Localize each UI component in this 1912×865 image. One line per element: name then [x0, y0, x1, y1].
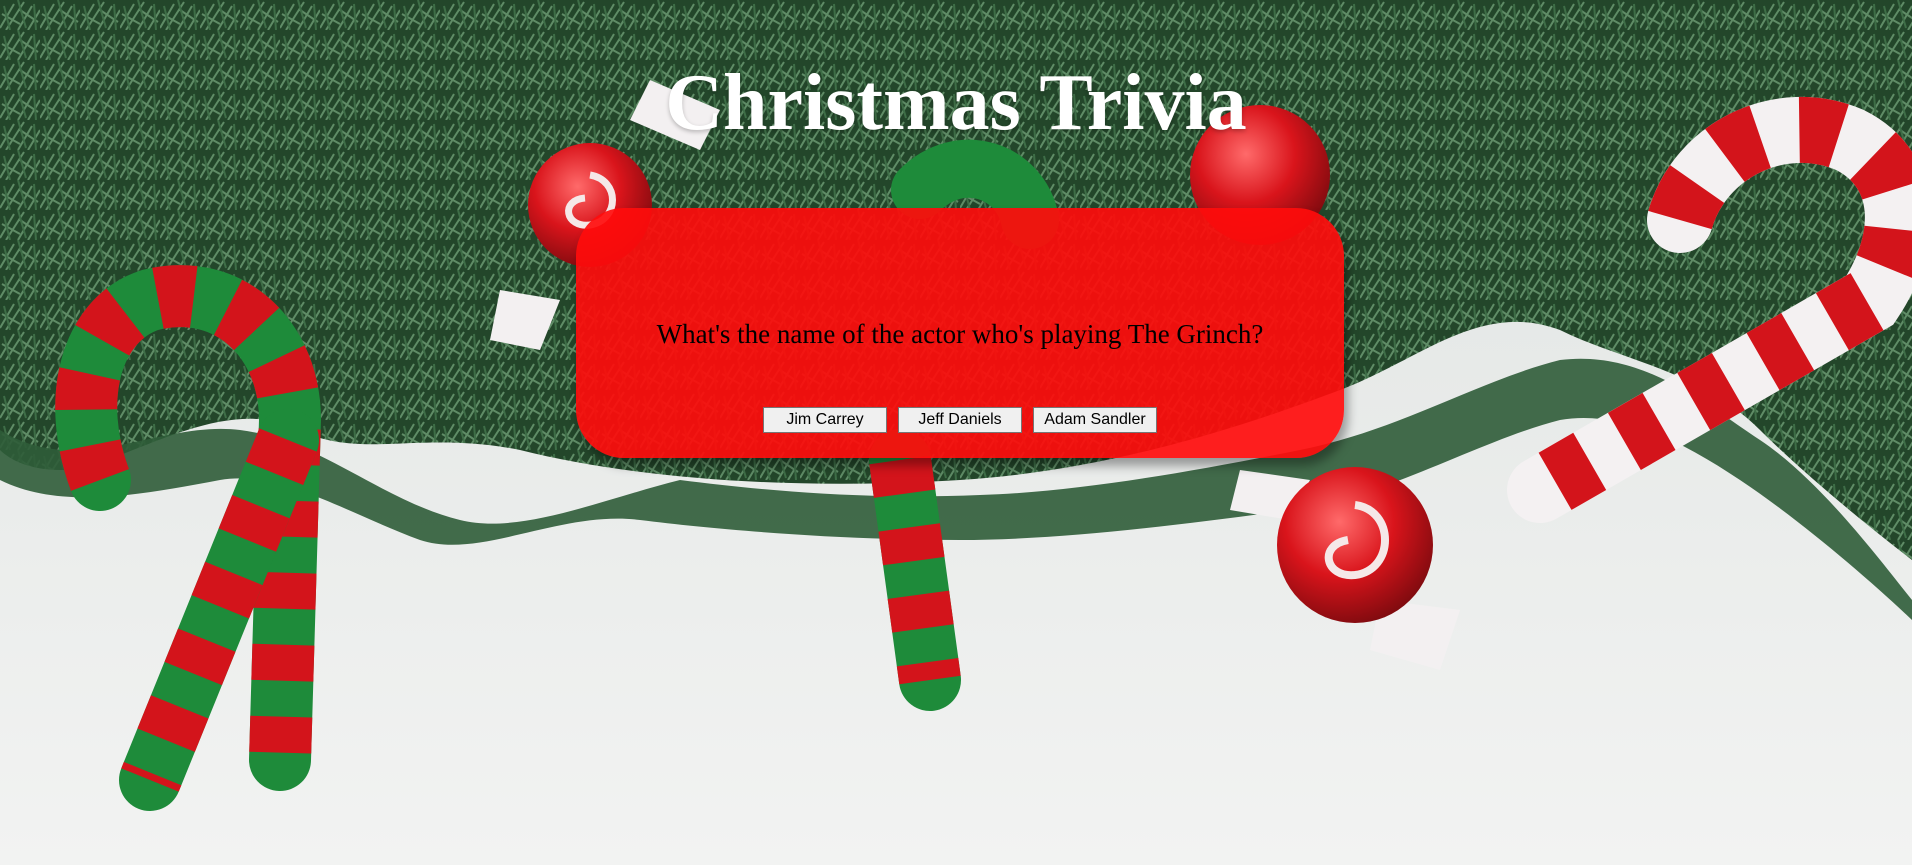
answer-button-adam-sandler[interactable]: Adam Sandler [1033, 407, 1157, 433]
answer-button-jeff-daniels[interactable]: Jeff Daniels [898, 407, 1022, 433]
answer-options: Jim Carrey Jeff Daniels Adam Sandler [576, 407, 1344, 433]
question-text: What's the name of the actor who's playi… [656, 319, 1264, 349]
answer-button-jim-carrey[interactable]: Jim Carrey [763, 407, 887, 433]
page-title: Christmas Trivia [665, 59, 1247, 147]
question-card: What's the name of the actor who's playi… [576, 208, 1344, 458]
